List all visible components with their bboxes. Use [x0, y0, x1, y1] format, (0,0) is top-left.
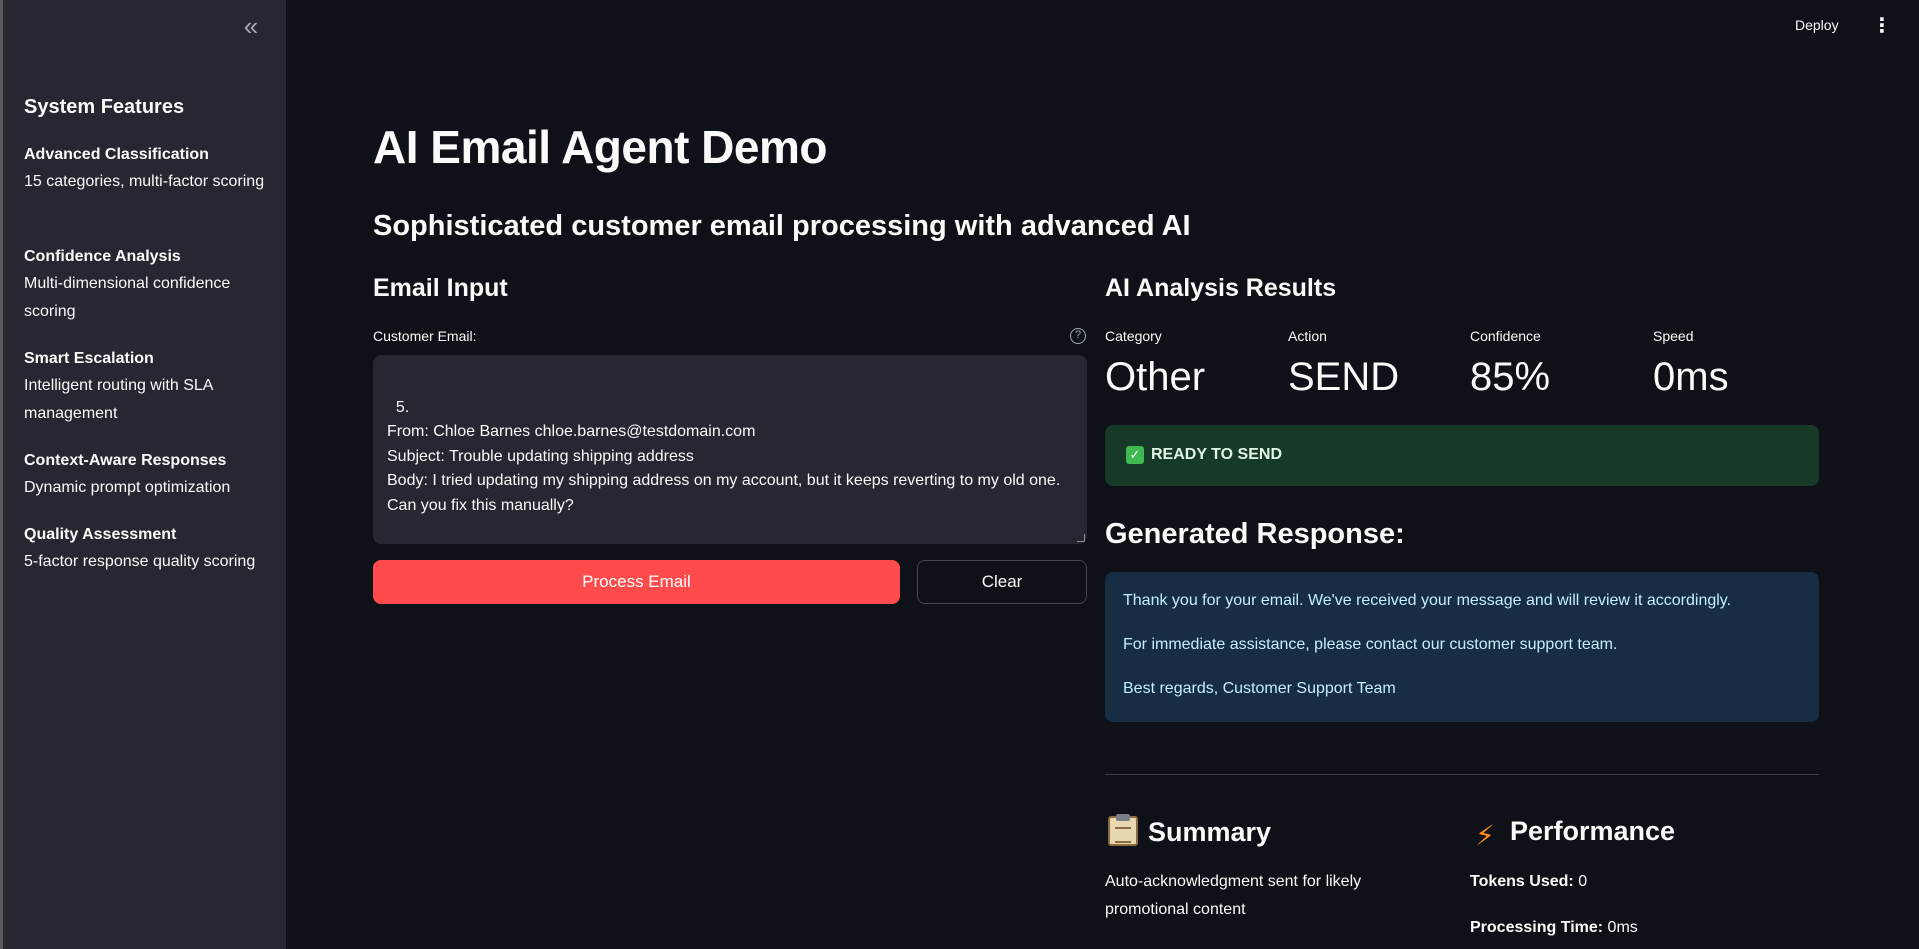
- summary-heading: Summary: [1148, 817, 1272, 847]
- tokens-value: 0: [1578, 873, 1588, 890]
- status-text: READY TO SEND: [1151, 446, 1282, 463]
- status-banner: ✓ READY TO SEND: [1105, 425, 1819, 486]
- sidebar-title: System Features: [24, 96, 185, 118]
- lightning-icon: ⚡: [1475, 820, 1495, 851]
- process-email-button[interactable]: Process Email: [373, 560, 900, 604]
- metric-label-action: Action: [1288, 328, 1327, 344]
- feature-name: Smart Escalation: [24, 350, 154, 367]
- feature-name: Context-Aware Responses: [24, 452, 227, 469]
- generated-response-box: Thank you for your email. We've received…: [1105, 572, 1819, 722]
- sidebar: « System Features Advanced Classificatio…: [3, 0, 286, 949]
- summary-text: Auto-acknowledgment sent for likely prom…: [1105, 873, 1362, 918]
- metric-label-category: Category: [1105, 328, 1162, 344]
- time-label: Processing Time:: [1470, 919, 1604, 936]
- textarea-value: 5. From: Chloe Barnes chloe.barnes@testd…: [387, 398, 1061, 514]
- response-paragraph: Best regards, Customer Support Team: [1123, 680, 1396, 697]
- feature-item: Smart Escalation Intelligent routing wit…: [24, 346, 274, 428]
- feature-item: Quality Assessment 5-factor response qua…: [24, 522, 274, 576]
- feature-name: Advanced Classification: [24, 146, 209, 163]
- results-heading: AI Analysis Results: [1105, 274, 1337, 302]
- page-title: AI Email Agent Demo: [373, 121, 827, 173]
- customer-email-label: Customer Email:: [373, 328, 477, 344]
- check-icon: ✓: [1126, 446, 1144, 464]
- feature-desc: 15 categories, multi-factor scoring: [24, 173, 265, 190]
- metric-value-confidence: 85%: [1470, 355, 1551, 399]
- feature-item: Confidence Analysis Multi-dimensional co…: [24, 244, 274, 326]
- collapse-sidebar-icon[interactable]: «: [238, 13, 264, 40]
- feature-desc: 5-factor response quality scoring: [24, 553, 256, 570]
- response-paragraph: Thank you for your email. We've received…: [1123, 592, 1732, 609]
- feature-desc: Intelligent routing with SLA management: [24, 377, 213, 422]
- metric-label-confidence: Confidence: [1470, 328, 1541, 344]
- help-icon[interactable]: ?: [1070, 328, 1086, 344]
- deploy-button[interactable]: Deploy: [1795, 17, 1839, 33]
- response-paragraph: For immediate assistance, please contact…: [1123, 636, 1618, 653]
- customer-email-textarea[interactable]: 5. From: Chloe Barnes chloe.barnes@testd…: [373, 355, 1087, 544]
- performance-heading: Performance: [1510, 816, 1676, 846]
- metric-value-category: Other: [1105, 355, 1206, 399]
- feature-item: Context-Aware Responses Dynamic prompt o…: [24, 448, 274, 502]
- metric-label-speed: Speed: [1653, 328, 1694, 344]
- feature-desc: Dynamic prompt optimization: [24, 479, 231, 496]
- tokens-label: Tokens Used:: [1470, 873, 1574, 890]
- feature-desc: Multi-dimensional confidence scoring: [24, 275, 231, 320]
- feature-item: Advanced Classification 15 categories, m…: [24, 142, 274, 196]
- time-value: 0ms: [1607, 919, 1638, 936]
- page-subtitle: Sophisticated customer email processing …: [373, 210, 1191, 242]
- generated-response-heading: Generated Response:: [1105, 518, 1405, 550]
- summary-heading-row: Summary: [1108, 814, 1272, 848]
- clipboard-icon: [1108, 814, 1138, 846]
- processing-time-line: Processing Time: 0ms: [1470, 919, 1638, 937]
- feature-name: Confidence Analysis: [24, 248, 181, 265]
- divider: [1105, 774, 1819, 775]
- tokens-used-line: Tokens Used: 0: [1470, 873, 1587, 891]
- main-menu-icon[interactable]: ⋮: [1872, 16, 1892, 36]
- feature-name: Quality Assessment: [24, 526, 177, 543]
- email-input-heading: Email Input: [373, 274, 508, 302]
- metric-value-action: SEND: [1288, 355, 1400, 399]
- resize-handle-icon[interactable]: [1077, 534, 1085, 542]
- metric-value-speed: 0ms: [1653, 355, 1729, 399]
- clear-button[interactable]: Clear: [917, 560, 1087, 604]
- performance-heading-row: ⚡ Performance: [1470, 816, 1675, 851]
